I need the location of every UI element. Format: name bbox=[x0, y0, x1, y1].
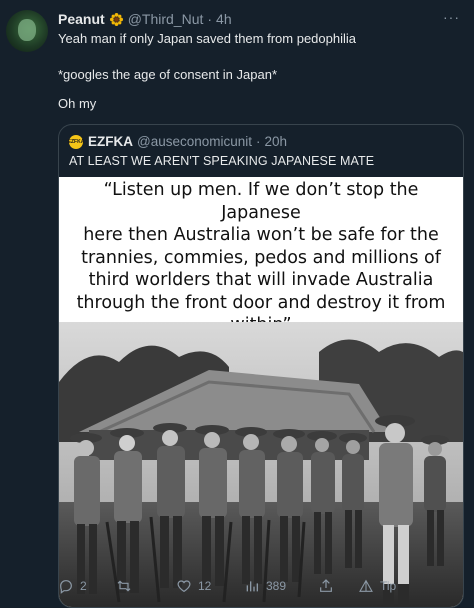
reply-count: 2 bbox=[80, 579, 87, 593]
soldiers-photo bbox=[59, 322, 463, 607]
tweet-text-line-3: Oh my bbox=[58, 96, 97, 111]
author-handle[interactable]: @Third_Nut bbox=[128, 11, 204, 27]
image-caption: “Listen up men. If we don’t stop the Jap… bbox=[63, 179, 459, 337]
avatar[interactable] bbox=[6, 10, 48, 52]
caption-line-5: through the front door and destroy it fr… bbox=[76, 292, 446, 313]
tweet-header: Peanut @Third_Nut · 4h bbox=[58, 11, 232, 27]
like-icon bbox=[177, 580, 191, 593]
share-button[interactable] bbox=[318, 578, 340, 594]
tweet-text-line-2: *googles the age of consent in Japan* bbox=[58, 67, 278, 82]
caption-line-1: “Listen up men. If we don’t stop the Jap… bbox=[103, 180, 419, 223]
tip-icon bbox=[359, 579, 373, 592]
action-bar: 2 12 389 Tip bbox=[58, 578, 468, 598]
quoted-separator-dot: · bbox=[256, 134, 261, 149]
more-options-icon[interactable]: ··· bbox=[443, 9, 460, 25]
tip-label: Tip bbox=[380, 579, 397, 593]
tip-button[interactable]: Tip bbox=[358, 578, 396, 594]
quoted-tweet-text: AT LEAST WE AREN'T SPEAKING JAPANESE MAT… bbox=[69, 154, 375, 168]
tweet-text-line-1: Yeah man if only Japan saved them from p… bbox=[58, 31, 356, 46]
author-name[interactable]: Peanut bbox=[58, 11, 105, 27]
separator-dot: · bbox=[207, 11, 213, 27]
sunflower-badge-icon bbox=[109, 12, 123, 26]
quoted-tweet-header: EZFKA EZFKA @auseconomicunit · 20h bbox=[68, 134, 288, 149]
reply-icon bbox=[60, 580, 72, 594]
retweet-button[interactable] bbox=[116, 578, 138, 594]
caption-line-3: trannies, commies, pedos and millions of bbox=[81, 247, 441, 268]
views-button[interactable]: 389 bbox=[244, 578, 286, 594]
quoted-author-name: EZFKA bbox=[88, 134, 133, 149]
view-count: 389 bbox=[266, 579, 287, 593]
quoted-tweet[interactable]: EZFKA EZFKA @auseconomicunit · 20h AT LE… bbox=[58, 124, 464, 608]
caption-line-4: third worlders that will invade Australi… bbox=[88, 270, 434, 290]
retweet-icon bbox=[117, 580, 131, 592]
like-button[interactable]: 12 bbox=[176, 578, 211, 594]
like-count: 12 bbox=[198, 579, 212, 593]
timestamp[interactable]: 4h bbox=[216, 11, 232, 27]
quoted-author-handle: @auseconomicunit bbox=[137, 134, 253, 149]
quoted-timestamp: 20h bbox=[264, 134, 288, 149]
avatar-face bbox=[18, 19, 36, 41]
quoted-author-avatar: EZFKA bbox=[68, 134, 84, 149]
views-icon bbox=[246, 581, 258, 592]
quoted-tweet-image[interactable]: “Listen up men. If we don’t stop the Jap… bbox=[59, 177, 463, 607]
share-icon bbox=[320, 579, 332, 592]
caption-line-2: here then Australia won’t be safe for th… bbox=[83, 225, 439, 245]
reply-button[interactable]: 2 bbox=[58, 578, 87, 594]
